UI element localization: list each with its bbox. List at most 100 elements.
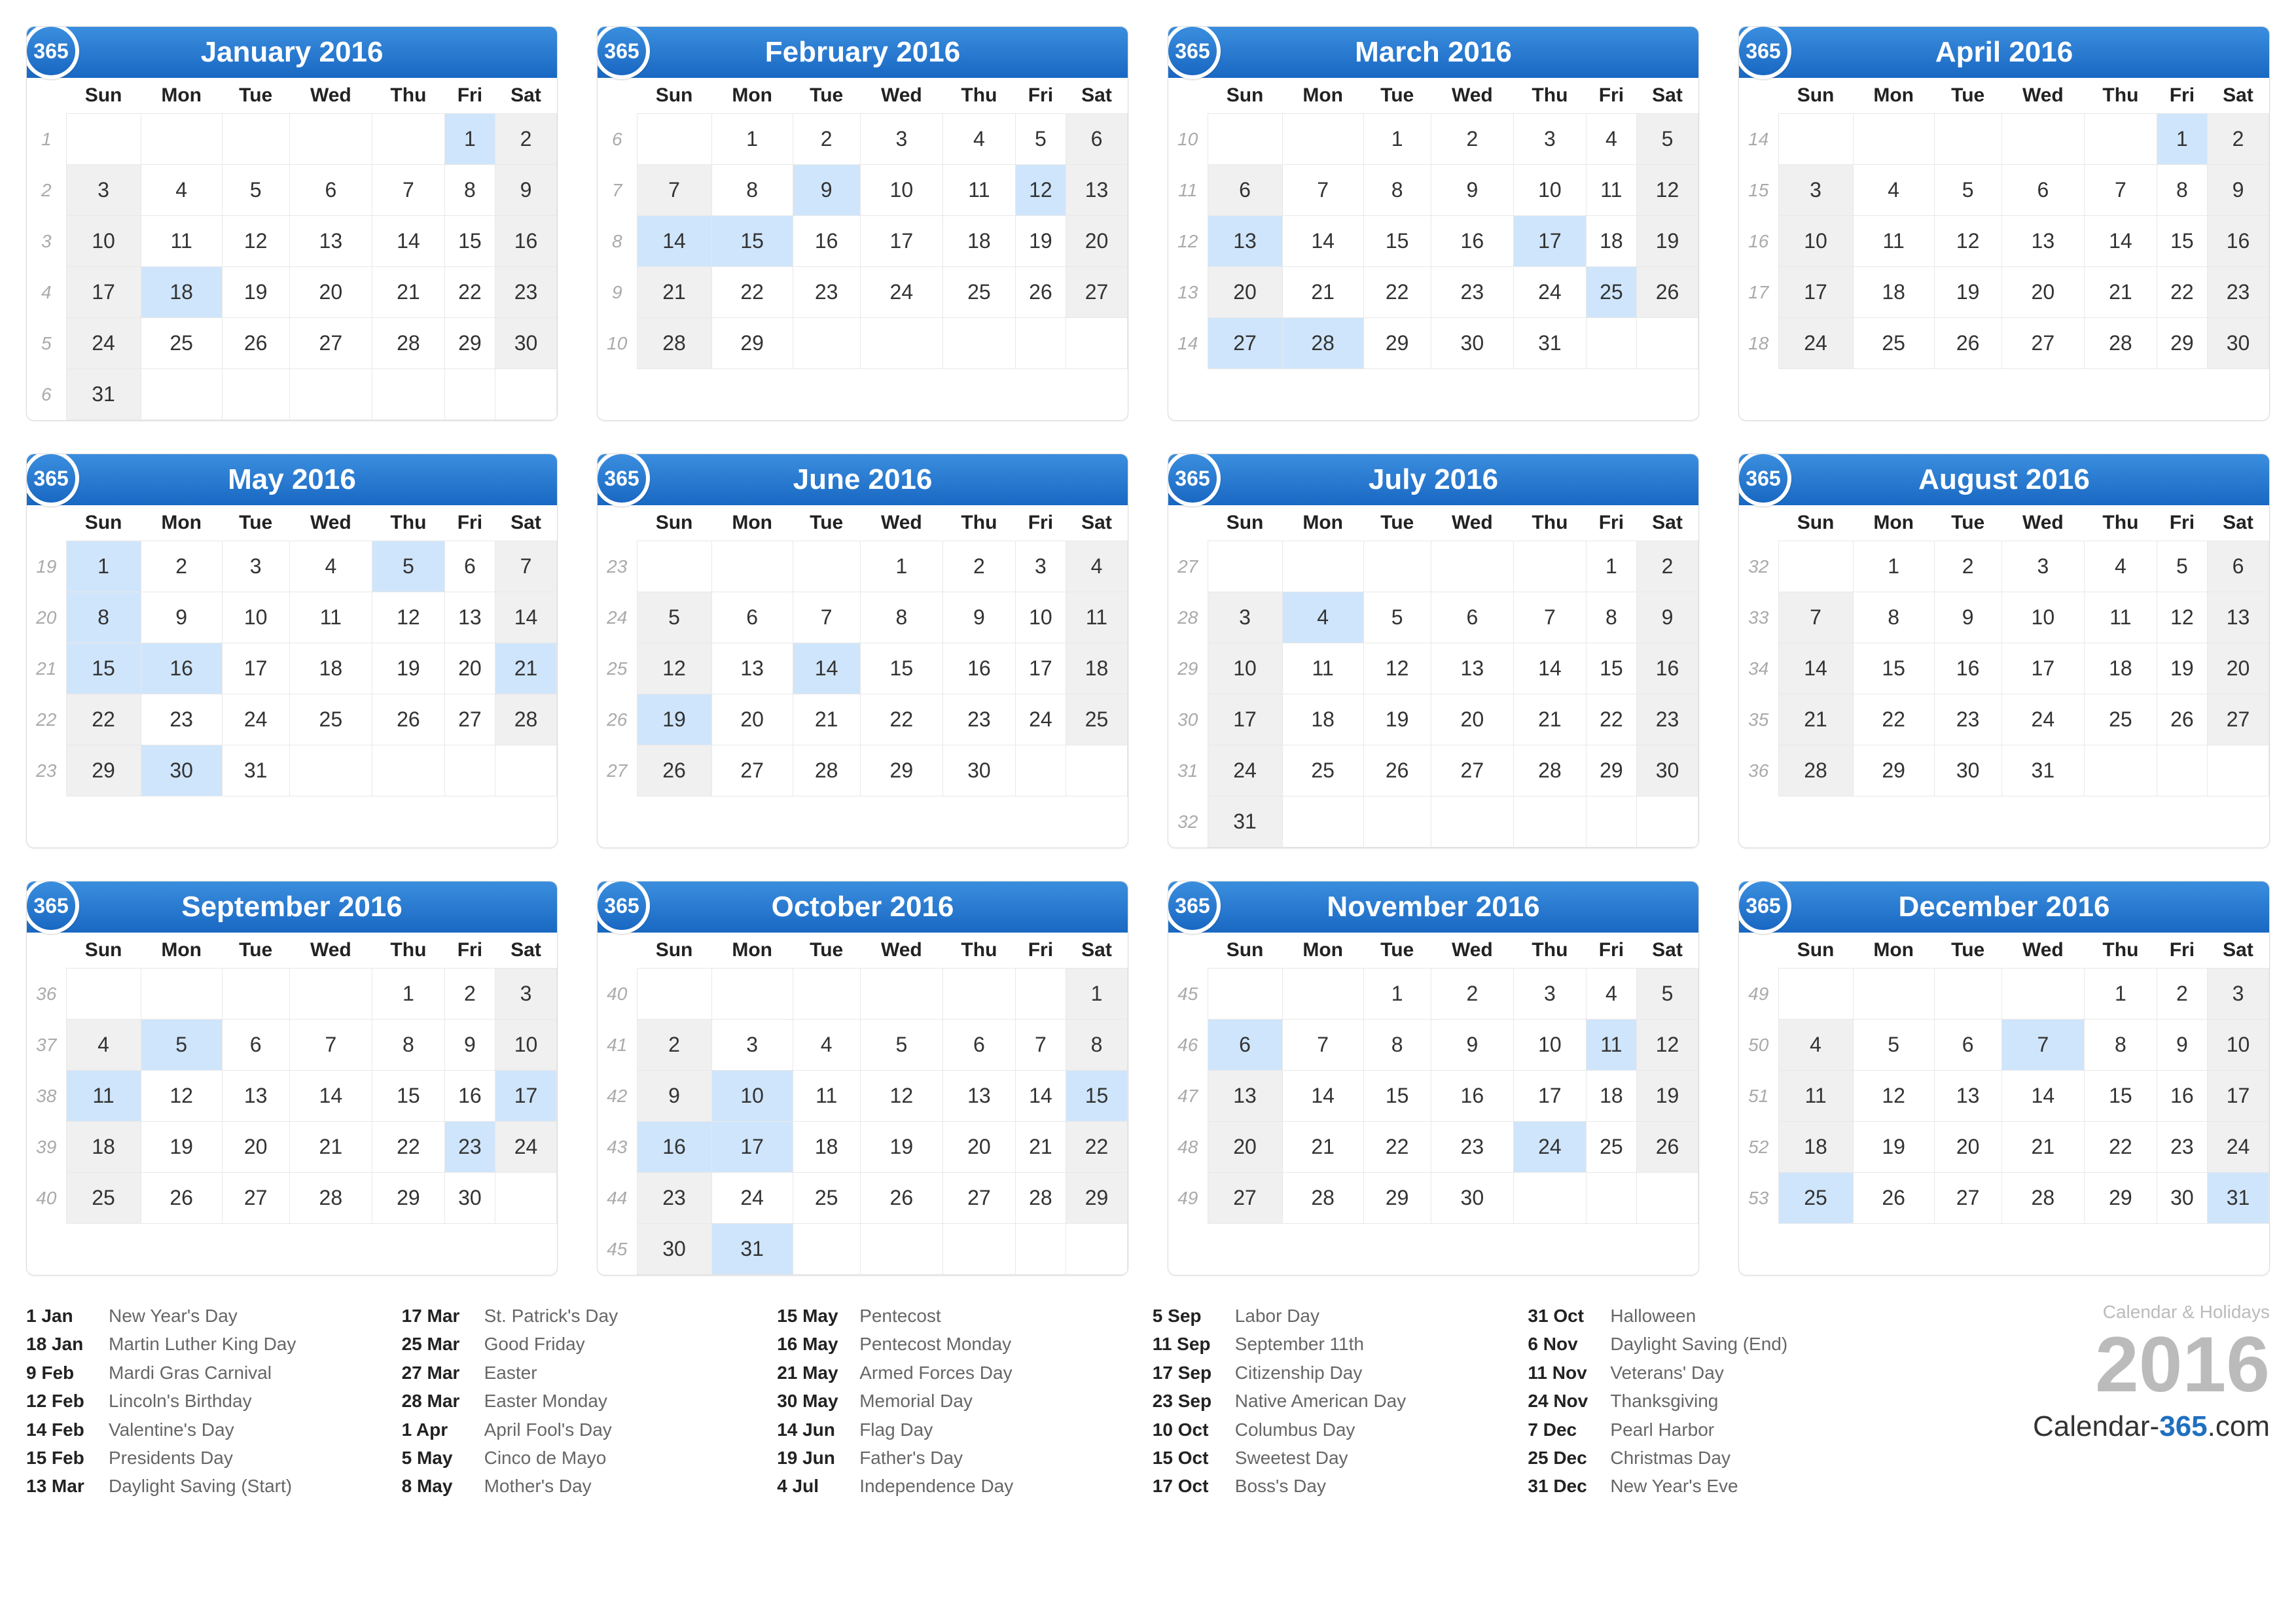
holiday-row: 9 FebMardi Gras Carnival bbox=[26, 1359, 376, 1387]
day-cell: 18 bbox=[289, 643, 372, 694]
weekday-header: Thu bbox=[2085, 933, 2157, 969]
day-cell-empty bbox=[2001, 114, 2084, 165]
day-cell-empty bbox=[444, 745, 495, 796]
day-cell: 9 bbox=[637, 1071, 711, 1122]
day-cell: 1 bbox=[1066, 969, 1127, 1020]
day-cell: 9 bbox=[1431, 1020, 1513, 1071]
weekday-header: Wed bbox=[1431, 933, 1513, 969]
day-cell: 24 bbox=[2001, 694, 2084, 745]
day-cell: 28 bbox=[495, 694, 556, 745]
day-cell: 30 bbox=[141, 745, 222, 796]
weekday-header: Wed bbox=[2001, 933, 2084, 969]
day-cell: 23 bbox=[793, 267, 860, 318]
day-cell: 11 bbox=[1586, 165, 1636, 216]
holiday-name: Daylight Saving (Start) bbox=[109, 1472, 292, 1500]
weekday-header: Sat bbox=[495, 933, 556, 969]
day-cell: 20 bbox=[222, 1122, 289, 1173]
week-number: 6 bbox=[598, 114, 637, 165]
week-number: 46 bbox=[1168, 1020, 1208, 1071]
day-cell: 1 bbox=[1363, 969, 1431, 1020]
day-cell: 18 bbox=[1586, 216, 1636, 267]
weekday-header: Sun bbox=[1208, 78, 1282, 114]
day-cell: 23 bbox=[141, 694, 222, 745]
day-cell: 31 bbox=[1514, 318, 1587, 369]
day-cell: 18 bbox=[1586, 1071, 1636, 1122]
holiday-name: Mother's Day bbox=[484, 1472, 592, 1500]
week-number: 38 bbox=[27, 1071, 66, 1122]
day-cell: 30 bbox=[1934, 745, 2001, 796]
day-cell: 14 bbox=[637, 216, 711, 267]
holiday-column: 1 JanNew Year's Day18 JanMartin Luther K… bbox=[26, 1302, 376, 1501]
week-number: 45 bbox=[1168, 969, 1208, 1020]
weekday-header: Wed bbox=[289, 78, 372, 114]
weekday-header: Sun bbox=[637, 505, 711, 541]
month-table: SunMonTueWedThuFriSat3612337456789103811… bbox=[27, 933, 557, 1224]
holiday-row: 27 MarEaster bbox=[402, 1359, 751, 1387]
holiday-date: 31 Oct bbox=[1528, 1302, 1600, 1330]
day-cell-empty bbox=[1208, 969, 1282, 1020]
day-cell-empty bbox=[1431, 796, 1513, 847]
day-cell: 4 bbox=[1066, 541, 1127, 592]
day-cell: 15 bbox=[711, 216, 793, 267]
holiday-name: Veterans' Day bbox=[1610, 1359, 1723, 1387]
day-cell: 25 bbox=[1778, 1173, 1853, 1224]
day-cell: 27 bbox=[1934, 1173, 2001, 1224]
holiday-date: 5 Sep bbox=[1153, 1302, 1225, 1330]
day-cell-empty bbox=[2157, 745, 2207, 796]
day-cell: 24 bbox=[222, 694, 289, 745]
day-cell: 21 bbox=[1514, 694, 1587, 745]
day-cell: 6 bbox=[2001, 165, 2084, 216]
day-cell: 7 bbox=[2001, 1020, 2084, 1071]
day-cell: 7 bbox=[637, 165, 711, 216]
month-card: 365December 2016SunMonTueWedThuFriSat491… bbox=[1738, 881, 2270, 1275]
day-cell: 15 bbox=[1853, 643, 1934, 694]
weekday-header: Thu bbox=[2085, 78, 2157, 114]
weekday-header: Tue bbox=[793, 78, 860, 114]
day-cell-empty bbox=[141, 369, 222, 420]
day-cell: 26 bbox=[141, 1173, 222, 1224]
weekday-header: Fri bbox=[1586, 78, 1636, 114]
week-number: 45 bbox=[598, 1224, 637, 1275]
day-cell: 17 bbox=[2207, 1071, 2269, 1122]
weekday-header: Fri bbox=[1015, 78, 1066, 114]
day-cell: 16 bbox=[637, 1122, 711, 1173]
day-cell: 13 bbox=[2001, 216, 2084, 267]
holiday-name: Lincoln's Birthday bbox=[109, 1387, 252, 1415]
day-cell: 26 bbox=[1853, 1173, 1934, 1224]
month-table: SunMonTueWedThuFriSat2712283456789291011… bbox=[1168, 505, 1698, 847]
day-cell: 1 bbox=[444, 114, 495, 165]
day-cell: 14 bbox=[1282, 216, 1363, 267]
weekday-header: Sat bbox=[1066, 78, 1127, 114]
day-cell-empty bbox=[1066, 745, 1127, 796]
day-cell-empty bbox=[637, 114, 711, 165]
holiday-row: 19 JunFather's Day bbox=[777, 1444, 1126, 1472]
day-cell: 18 bbox=[141, 267, 222, 318]
week-number: 36 bbox=[27, 969, 66, 1020]
week-number: 18 bbox=[1739, 318, 1778, 369]
holiday-name: Independence Day bbox=[859, 1472, 1013, 1500]
day-cell: 24 bbox=[66, 318, 141, 369]
brand-block: Calendar & Holidays 2016 Calendar-365.co… bbox=[1916, 1302, 2270, 1501]
day-cell: 4 bbox=[1586, 969, 1636, 1020]
day-cell: 15 bbox=[2157, 216, 2207, 267]
holiday-date: 13 Mar bbox=[26, 1472, 98, 1500]
day-cell: 1 bbox=[1853, 541, 1934, 592]
day-cell: 19 bbox=[1934, 267, 2001, 318]
holiday-name: Cinco de Mayo bbox=[484, 1444, 607, 1472]
day-cell: 16 bbox=[495, 216, 556, 267]
holiday-row: 1 JanNew Year's Day bbox=[26, 1302, 376, 1330]
week-number: 28 bbox=[1168, 592, 1208, 643]
day-cell: 17 bbox=[860, 216, 942, 267]
week-number: 23 bbox=[598, 541, 637, 592]
day-cell: 29 bbox=[711, 318, 793, 369]
day-cell: 22 bbox=[444, 267, 495, 318]
day-cell: 6 bbox=[222, 1020, 289, 1071]
holiday-date: 6 Nov bbox=[1528, 1330, 1600, 1358]
week-number: 15 bbox=[1739, 165, 1778, 216]
day-cell: 23 bbox=[2207, 267, 2269, 318]
day-cell: 12 bbox=[1934, 216, 2001, 267]
day-cell-empty bbox=[2085, 114, 2157, 165]
day-cell: 19 bbox=[1853, 1122, 1934, 1173]
day-cell: 14 bbox=[289, 1071, 372, 1122]
day-cell: 21 bbox=[2085, 267, 2157, 318]
